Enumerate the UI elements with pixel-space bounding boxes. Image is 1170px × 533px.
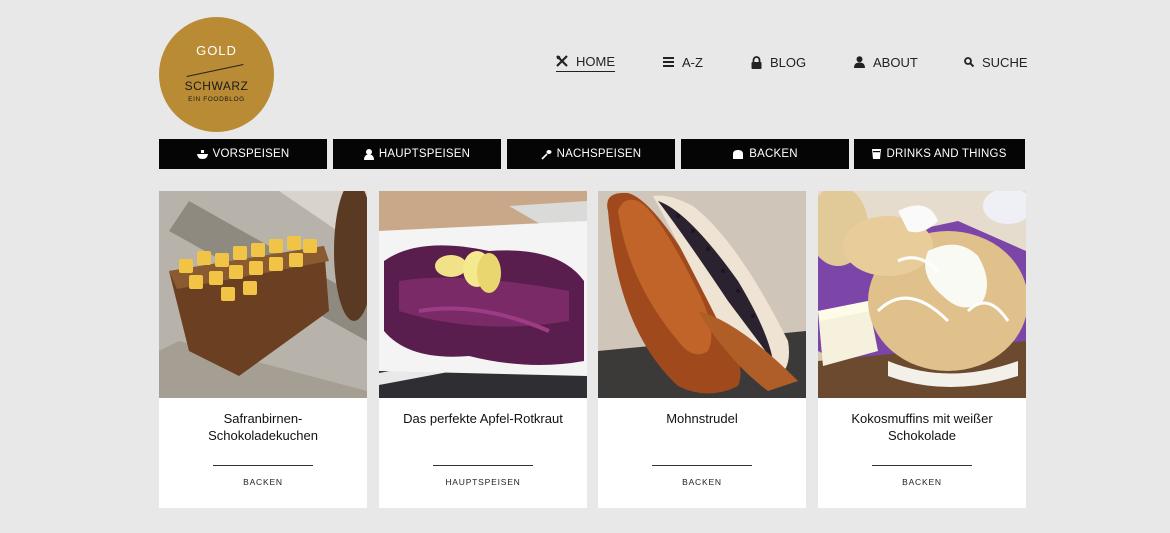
post-image bbox=[159, 191, 367, 398]
category-backen[interactable]: BACKEN bbox=[681, 139, 849, 169]
nav-item-home[interactable]: HOME bbox=[556, 52, 615, 72]
bowl-icon bbox=[196, 149, 208, 159]
category-hauptspeisen[interactable]: HAUPTSPEISEN bbox=[333, 139, 501, 169]
nav-label-about: ABOUT bbox=[873, 54, 918, 70]
list-icon bbox=[663, 57, 674, 67]
category-drinks-and-things[interactable]: DRINKS AND THINGS bbox=[854, 139, 1025, 169]
post-card[interactable]: Das perfekte Apfel-Rotkraut HAUPTSPEISEN bbox=[379, 191, 587, 508]
post-image bbox=[598, 191, 806, 398]
nav-item-a-z[interactable]: A-Z bbox=[663, 52, 703, 72]
search-icon bbox=[964, 57, 974, 67]
post-image bbox=[818, 191, 1026, 398]
divider bbox=[213, 465, 313, 466]
category-nachspeisen[interactable]: NACHSPEISEN bbox=[507, 139, 675, 169]
post-title[interactable]: Safranbirnen- Schokoladekuchen bbox=[169, 410, 357, 444]
category-label: VORSPEISEN bbox=[212, 148, 290, 160]
person-icon bbox=[854, 56, 865, 68]
divider bbox=[433, 465, 533, 466]
category-label: HAUPTSPEISEN bbox=[378, 148, 471, 160]
post-title-line1: Das perfekte Apfel-Rotkraut bbox=[403, 411, 563, 426]
category-label: NACHSPEISEN bbox=[556, 148, 642, 160]
logo-slash bbox=[186, 63, 244, 78]
post-card[interactable]: Safranbirnen- Schokoladekuchen BACKEN bbox=[159, 191, 367, 508]
post-category[interactable]: HAUPTSPEISEN bbox=[379, 477, 587, 487]
post-category[interactable]: BACKEN bbox=[598, 477, 806, 487]
category-label: DRINKS AND THINGS bbox=[886, 148, 1007, 160]
nav-item-suche[interactable]: SUCHE bbox=[964, 52, 1028, 72]
post-title-line2: Schokolade bbox=[888, 428, 956, 443]
nav-label-suche: SUCHE bbox=[982, 54, 1028, 70]
category-vorspeisen[interactable]: VORSPEISEN bbox=[159, 139, 327, 169]
category-label: BACKEN bbox=[749, 148, 798, 160]
bread-icon bbox=[732, 149, 744, 159]
post-title[interactable]: Kokosmuffins mit weißer Schokolade bbox=[828, 410, 1016, 444]
post-title-line1: Mohnstrudel bbox=[666, 411, 738, 426]
post-card[interactable]: Kokosmuffins mit weißer Schokolade BACKE… bbox=[818, 191, 1026, 508]
post-title[interactable]: Mohnstrudel bbox=[608, 410, 796, 427]
post-category[interactable]: BACKEN bbox=[159, 477, 367, 487]
post-title-line1: Safranbirnen- bbox=[223, 411, 303, 426]
whisk-icon bbox=[541, 149, 552, 160]
nav-item-about[interactable]: ABOUT bbox=[854, 52, 918, 72]
logo-tagline: EIN FOODBLOG bbox=[188, 96, 245, 103]
logo-text-schwarz: SCHWARZ bbox=[184, 79, 249, 93]
nav-label-a-z: A-Z bbox=[682, 54, 703, 70]
cup-icon bbox=[872, 149, 882, 159]
cutlery-icon bbox=[556, 55, 568, 67]
post-category[interactable]: BACKEN bbox=[818, 477, 1026, 487]
nav-label-home: HOME bbox=[576, 53, 615, 69]
post-image bbox=[379, 191, 587, 398]
chef-icon bbox=[363, 148, 374, 160]
site-logo[interactable]: GOLD SCHWARZ EIN FOODBLOG bbox=[159, 17, 274, 132]
post-title[interactable]: Das perfekte Apfel-Rotkraut bbox=[389, 410, 577, 427]
divider bbox=[872, 465, 972, 466]
nav-label-blog: BLOG bbox=[770, 54, 807, 70]
category-bar: VORSPEISEN HAUPTSPEISEN NACHSPEISEN BACK… bbox=[159, 139, 1025, 169]
divider bbox=[652, 465, 752, 466]
lock-icon bbox=[751, 55, 762, 69]
nav-item-blog[interactable]: BLOG bbox=[751, 52, 806, 72]
logo-text-gold: GOLD bbox=[196, 43, 237, 58]
post-title-line1: Kokosmuffins mit weißer bbox=[851, 411, 993, 426]
post-title-line2: Schokoladekuchen bbox=[208, 428, 318, 443]
post-card[interactable]: Mohnstrudel BACKEN bbox=[598, 191, 806, 508]
